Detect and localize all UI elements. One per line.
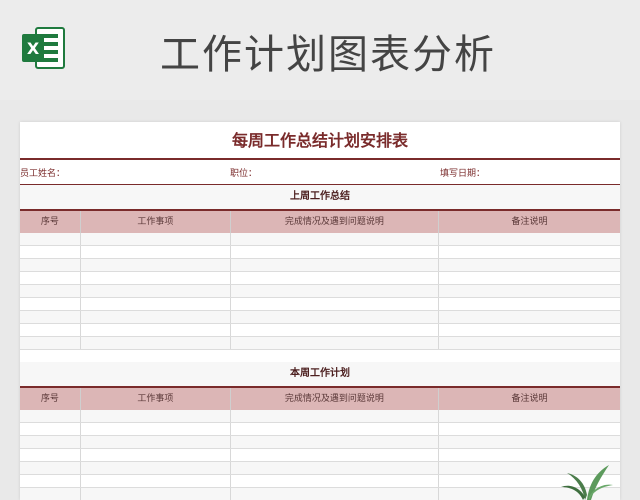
table-row[interactable] [20, 298, 620, 311]
col-task-header: 工作事项 [81, 388, 231, 410]
table-row[interactable] [20, 475, 620, 488]
section-last-week: 上周工作总结 [20, 185, 620, 211]
table-row[interactable] [20, 423, 620, 436]
table-row[interactable] [20, 436, 620, 449]
col-index-header: 序号 [20, 388, 81, 410]
excel-icon: X [22, 27, 65, 69]
table-row[interactable] [20, 324, 620, 337]
sheet-title: 每周工作总结计划安排表 [231, 131, 408, 150]
col-index-header: 序号 [20, 211, 81, 233]
table-row[interactable] [20, 311, 620, 324]
table-row[interactable] [20, 337, 620, 350]
col-task-header: 工作事项 [81, 211, 231, 233]
table-row[interactable] [20, 488, 620, 500]
table-row[interactable] [20, 246, 620, 259]
col-note-header: 备注说明 [511, 394, 548, 404]
employee-name-label: 员工姓名： [20, 168, 66, 179]
section-this-week: 本周工作计划 [20, 362, 620, 388]
table-header-last-week: 序号 工作事项 完成情况及遇到问题说明 备注说明 [20, 211, 620, 233]
top-banner: X 工作计划图表分析 [0, 0, 640, 100]
info-row: 员工姓名： 职位： 填写日期： [20, 160, 620, 185]
table-row[interactable] [20, 272, 620, 285]
table-row[interactable] [20, 259, 620, 272]
spreadsheet-sheet: 每周工作总结计划安排表 员工姓名： 职位： 填写日期： 上周工作总结 序号 工作… [20, 122, 620, 500]
table-row[interactable] [20, 449, 620, 462]
table-row[interactable] [20, 285, 620, 298]
table-header-this-week: 序号 工作事项 完成情况及遇到问题说明 备注说明 [20, 388, 620, 410]
table-row[interactable] [20, 233, 620, 246]
svg-text:X: X [27, 39, 40, 58]
plant-decoration [561, 465, 613, 500]
col-note-header: 备注说明 [511, 217, 548, 227]
section-gap [20, 350, 620, 362]
table-row[interactable] [20, 410, 620, 423]
table-row[interactable] [20, 462, 620, 475]
col-status-header: 完成情况及遇到问题说明 [231, 388, 439, 410]
page-title: 工作计划图表分析 [160, 32, 496, 78]
position-label: 职位： [230, 168, 258, 179]
col-status-header: 完成情况及遇到问题说明 [231, 211, 439, 233]
date-label: 填写日期： [440, 168, 486, 179]
